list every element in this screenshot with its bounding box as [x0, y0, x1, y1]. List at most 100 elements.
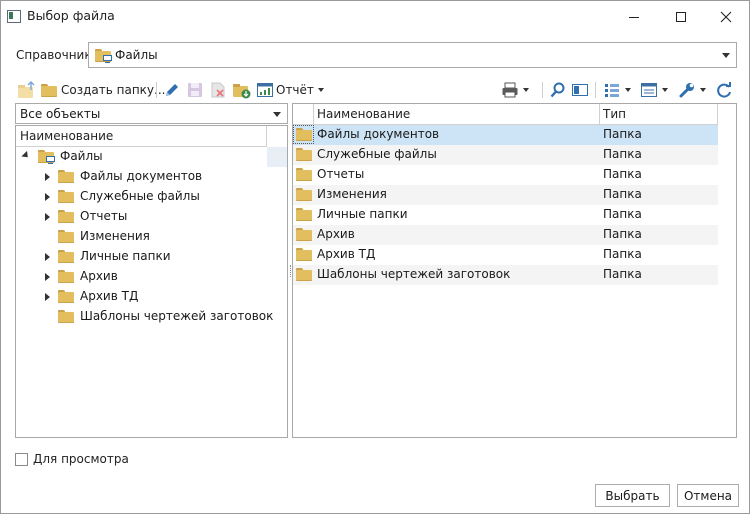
list-column-type-label: Тип: [603, 107, 626, 121]
tree-item[interactable]: Изменения: [16, 227, 287, 247]
tree-item[interactable]: Отчеты: [16, 207, 287, 227]
list-row-name: Архив ТД: [317, 247, 376, 261]
expand-icon[interactable]: [45, 293, 50, 301]
tree-item-label: Отчеты: [80, 209, 128, 223]
list-row-type: Папка: [603, 247, 642, 261]
up-folder-button[interactable]: [17, 79, 37, 101]
tree-column-header[interactable]: Наименование: [16, 126, 267, 147]
list-row[interactable]: Архив ТД Папка: [293, 245, 718, 265]
columns-icon: [605, 84, 619, 97]
folder-icon: [296, 168, 312, 181]
minimize-button[interactable]: [611, 1, 657, 32]
view-button[interactable]: [640, 79, 668, 101]
download-to-folder-button[interactable]: [232, 79, 252, 101]
folder-icon: [58, 190, 74, 203]
columns-button[interactable]: [603, 79, 631, 101]
create-folder-button[interactable]: Создать папку...: [41, 79, 165, 101]
list-row-type: Папка: [603, 147, 642, 161]
maximize-button[interactable]: [658, 1, 704, 32]
tree-item[interactable]: Файлы документов: [16, 167, 287, 187]
save-icon: [188, 83, 202, 97]
create-folder-label: Создать папку...: [61, 83, 166, 97]
preview-button[interactable]: [571, 79, 589, 101]
list-row-name: Файлы документов: [317, 127, 440, 141]
tree-item-label: Шаблоны чертежей заготовок: [80, 309, 274, 323]
view-icon: [641, 83, 657, 97]
preview-checkbox[interactable]: [15, 453, 28, 466]
expand-icon[interactable]: [45, 173, 50, 181]
folder-download-icon: [233, 84, 251, 99]
folder-icon: [296, 228, 312, 241]
list-row-type: Папка: [603, 167, 642, 181]
title-bar: Выбор файла: [1, 1, 749, 32]
list-row[interactable]: Архив Папка: [293, 225, 718, 245]
tree-item[interactable]: Архив ТД: [16, 287, 287, 307]
expand-icon[interactable]: [45, 213, 50, 221]
close-button[interactable]: [703, 1, 749, 32]
print-button[interactable]: [501, 79, 529, 101]
folder-icon: [296, 208, 312, 221]
toolbar-separator: [156, 82, 157, 98]
list-row-name: Шаблоны чертежей заготовок: [317, 267, 511, 281]
list-row[interactable]: Файлы документов Папка: [293, 125, 718, 145]
delete-icon: [211, 82, 225, 98]
expand-icon[interactable]: [45, 253, 50, 261]
chevron-down-icon: [722, 53, 730, 58]
list-row[interactable]: Шаблоны чертежей заготовок Папка: [293, 265, 718, 285]
list-row[interactable]: Отчеты Папка: [293, 165, 718, 185]
folder-icon: [58, 170, 74, 183]
search-button[interactable]: [549, 79, 567, 101]
save-button[interactable]: [186, 79, 204, 101]
chevron-down-icon: [523, 88, 529, 92]
folder-icon: [296, 248, 312, 261]
list-column-type[interactable]: Тип: [600, 104, 718, 125]
collapse-icon: [21, 150, 31, 161]
list-row[interactable]: Изменения Папка: [293, 185, 718, 205]
edit-button[interactable]: [163, 79, 181, 101]
tree-item[interactable]: Шаблоны чертежей заготовок: [16, 307, 287, 327]
list-row[interactable]: Личные папки Папка: [293, 205, 718, 225]
filter-value: Все объекты: [20, 106, 101, 121]
cancel-button[interactable]: Отмена: [677, 484, 739, 507]
list-row-type: Папка: [603, 267, 642, 281]
tree-item-label: Архив ТД: [80, 289, 139, 303]
chevron-down-icon: [700, 88, 706, 92]
delete-button[interactable]: [209, 79, 227, 101]
tree-item-label: Служебные файлы: [80, 189, 200, 203]
filter-combobox[interactable]: Все объекты: [15, 103, 288, 124]
computer-icon: [46, 156, 55, 164]
tree-item-label: Файлы документов: [80, 169, 203, 183]
wrench-icon: [679, 83, 694, 98]
tree-item-label: Архив: [80, 269, 118, 283]
tree-item-label: Личные папки: [80, 249, 171, 263]
folder-icon: [58, 250, 74, 263]
tree-root[interactable]: Файлы: [16, 147, 287, 167]
list-column-name-label: Наименование: [317, 107, 411, 121]
expand-icon[interactable]: [45, 193, 50, 201]
refresh-button[interactable]: [715, 79, 733, 101]
tree-item[interactable]: Личные папки: [16, 247, 287, 267]
file-list[interactable]: Наименование Тип Файлы документов Папка Сл…: [292, 103, 737, 438]
tree-column-name: Наименование: [20, 129, 114, 143]
folder-up-icon: [18, 81, 35, 98]
folder-icon: [58, 310, 74, 323]
toolbar-separator: [595, 82, 596, 98]
chevron-down-icon: [662, 88, 668, 92]
list-row-type: Папка: [603, 207, 642, 221]
list-row[interactable]: Служебные файлы Папка: [293, 145, 718, 165]
tree-item[interactable]: Архив: [16, 267, 287, 287]
settings-button[interactable]: [678, 79, 706, 101]
folder-icon: [58, 270, 74, 283]
chevron-down-icon: [273, 111, 281, 117]
folder-tree[interactable]: Наименование Файлы Файлы документов Служе…: [15, 125, 288, 438]
list-row-name: Изменения: [317, 187, 387, 201]
expand-icon[interactable]: [45, 273, 50, 281]
report-button[interactable]: Отчёт: [256, 79, 324, 101]
reference-combobox[interactable]: Файлы: [88, 42, 737, 68]
tree-root-label: Файлы: [60, 149, 103, 163]
tree-item[interactable]: Служебные файлы: [16, 187, 287, 207]
list-column-name[interactable]: Наименование: [314, 104, 600, 125]
select-button[interactable]: Выбрать: [595, 484, 670, 507]
list-row-type: Папка: [603, 227, 642, 241]
list-icon-column: [293, 104, 314, 125]
